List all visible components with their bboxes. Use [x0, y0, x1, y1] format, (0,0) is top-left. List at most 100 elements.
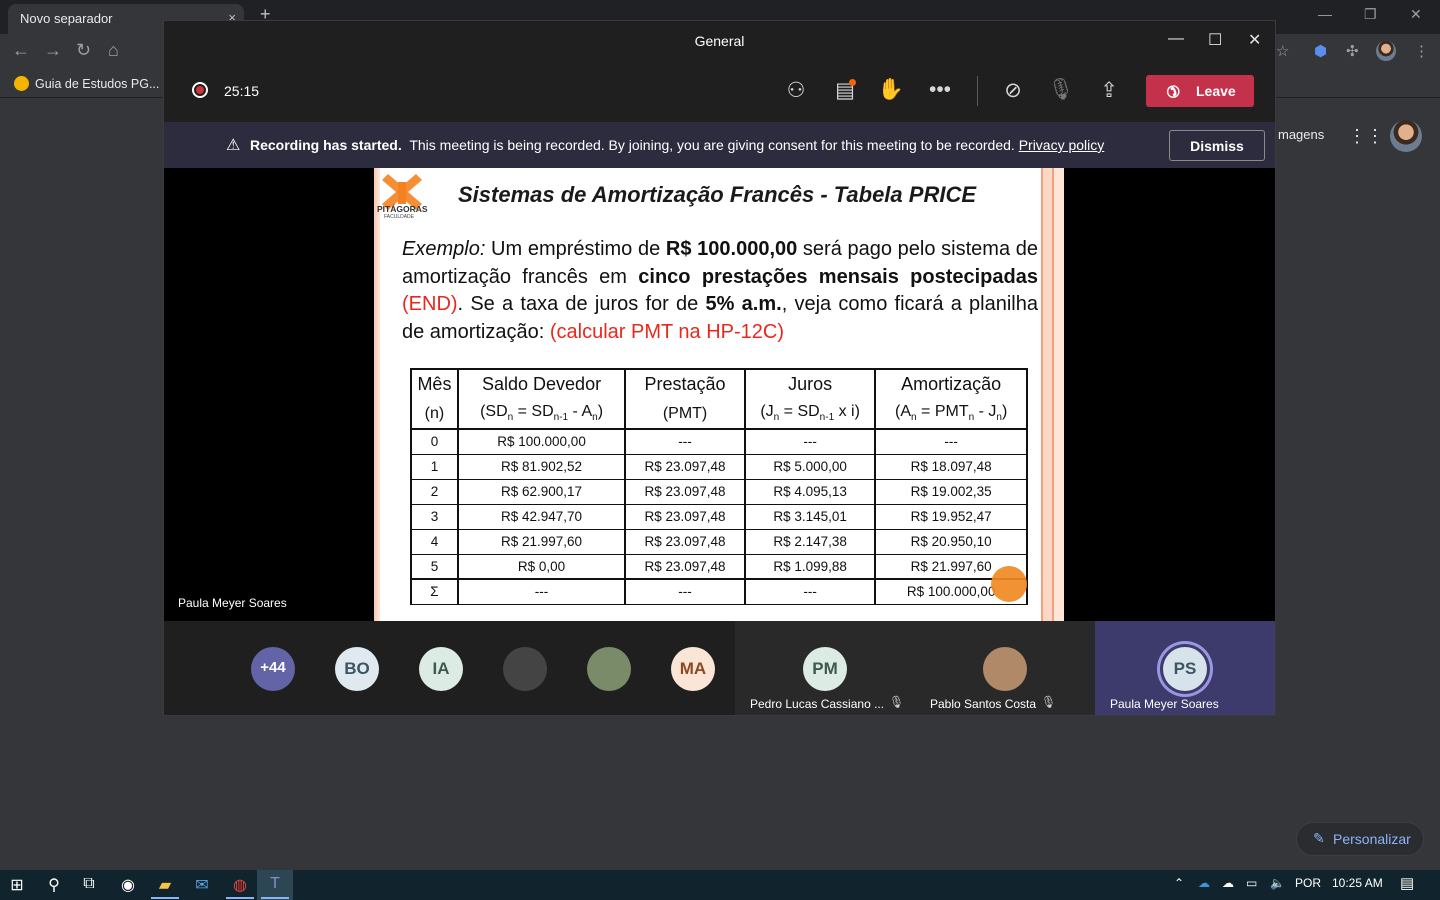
table-cell: 4 — [410, 528, 459, 555]
volume-icon[interactable]: 🔈 — [1270, 876, 1285, 890]
table-cell: R$ 23.097,48 — [624, 453, 746, 480]
google-images-link[interactable]: magens — [1278, 127, 1324, 142]
task-view-icon[interactable]: ⧉ — [78, 875, 100, 893]
cloud-warning-icon[interactable]: ☁ — [1222, 876, 1234, 890]
column-header: Amortização — [874, 368, 1028, 397]
table-row: 0 R$ 100.000,00 --- --- --- — [410, 428, 1028, 455]
app-icon[interactable]: ◉ — [117, 875, 139, 895]
table-cell: R$ 18.097,48 — [874, 453, 1028, 480]
chrome-icon[interactable]: ◍ — [229, 875, 251, 895]
show-hidden-icons[interactable]: ⌃ — [1174, 876, 1184, 890]
mic-muted-icon: 🎙 — [889, 695, 905, 709]
table-cell: R$ 21.997,60 — [456, 528, 627, 555]
search-icon[interactable]: ⚲ — [43, 875, 65, 895]
bookmark-item[interactable]: Guia de Estudos PG... — [14, 76, 159, 91]
table-row: 3 R$ 42.947,70 R$ 23.097,48 R$ 3.145,01 R$ 1… — [410, 503, 1028, 530]
running-indicator — [151, 897, 179, 899]
table-body: 0 R$ 100.000,00 --- --- --- 1 R$ 81.902,52 R$ 2… — [410, 428, 1028, 605]
shared-content-stage: PITÁGORAS FACULDADE Sistemas de Amortiza… — [164, 168, 1275, 621]
star-icon[interactable]: ☆ — [1276, 42, 1289, 60]
slide-title: Sistemas de Amortização Francês - Tabela… — [458, 182, 976, 207]
participant-avatar[interactable] — [587, 647, 631, 691]
table-cell: 5 — [410, 553, 459, 580]
menu-kebab-icon[interactable]: ⋮ — [1414, 42, 1429, 60]
more-participants-button[interactable]: +44 — [251, 647, 295, 691]
table-cell: R$ 4.095,13 — [743, 478, 877, 505]
participant-avatar[interactable]: IA — [419, 647, 463, 691]
forward-icon[interactable]: → — [44, 40, 62, 61]
extensions-puzzle-icon[interactable]: ✣ — [1346, 42, 1359, 60]
table-cell: R$ 23.097,48 — [624, 528, 746, 555]
table-cell: R$ 20.950,10 — [874, 528, 1028, 555]
meeting-timer: 25:15 — [224, 83, 260, 99]
more-actions-icon[interactable]: ••• — [925, 78, 955, 102]
participant-tile[interactable]: Pablo Santos Costa 🎙 — [915, 621, 1095, 715]
table-cell: R$ 42.947,70 — [456, 503, 627, 530]
leave-button[interactable]: ✆ Leave — [1146, 75, 1254, 107]
table-cell: R$ 23.097,48 — [624, 503, 746, 530]
table-cell: --- — [874, 428, 1028, 455]
close-window-icon[interactable]: ✕ — [1410, 6, 1422, 23]
table-cell: 3 — [410, 503, 459, 530]
table-cell: R$ 1.099,88 — [743, 553, 877, 580]
minimize-icon[interactable]: — — [1318, 6, 1332, 22]
minimize-icon[interactable]: — — [1168, 30, 1184, 48]
teams-icon[interactable]: T — [264, 875, 286, 893]
table-cell: R$ 100.000,00 — [456, 428, 627, 455]
profile-avatar[interactable] — [1376, 41, 1396, 61]
extension-shield-icon[interactable]: ⬢ — [1314, 42, 1327, 60]
table-header-row: Mês Saldo Devedor Prestação Juros Amorti… — [410, 368, 1028, 397]
participant-avatar[interactable]: BO — [335, 647, 379, 691]
table-cell: Σ — [410, 578, 459, 605]
windows-start-icon[interactable]: ⊞ — [6, 875, 28, 895]
home-icon[interactable]: ⌂ — [108, 40, 119, 61]
clock[interactable]: 10:25 AM — [1332, 876, 1383, 890]
participant-name: Pedro Lucas Cassiano ... — [750, 697, 885, 711]
mic-off-icon[interactable]: 🎙 — [1046, 78, 1076, 102]
bookmark-favicon-icon — [14, 76, 29, 91]
column-subheader-formula: (An = PMTn - Jn) — [874, 397, 1028, 430]
table-cell: R$ 2.147,38 — [743, 528, 877, 555]
language-indicator[interactable]: POR — [1295, 876, 1321, 890]
camera-off-icon[interactable]: ⊘ — [998, 78, 1028, 103]
participant-avatar[interactable]: MA — [671, 647, 715, 691]
back-icon[interactable]: ← — [12, 40, 30, 61]
table-subheader-row: (n) (SDn = SDn-1 - An) (PMT) (Jn = SDn-1… — [410, 397, 1028, 430]
dismiss-button[interactable]: Dismiss — [1169, 130, 1265, 161]
slide-border-right — [1038, 168, 1064, 621]
google-account-avatar[interactable] — [1390, 120, 1422, 152]
chrome-tab-title: Novo separador — [20, 11, 113, 26]
divider — [977, 76, 978, 106]
presenter-name-label: Paula Meyer Soares — [178, 596, 287, 610]
participants-icon[interactable]: ⚇ — [781, 78, 811, 103]
raise-hand-icon[interactable]: ✋ — [876, 78, 906, 102]
apps-grid-icon[interactable]: ⋮⋮⋮ — [1348, 126, 1402, 146]
participant-avatar[interactable] — [503, 647, 547, 691]
participant-avatar — [983, 647, 1027, 691]
participant-tile[interactable]: PS Paula Meyer Soares — [1095, 621, 1275, 715]
table-cell: 2 — [410, 478, 459, 505]
onedrive-icon[interactable]: ☁ — [1198, 876, 1210, 890]
table-cell: R$ 0,00 — [456, 553, 627, 580]
participants-strip: +44 BO IA MA PM Pedro Lucas Cassiano ... 🎙 Pa… — [164, 621, 1275, 715]
window-title: General — [694, 33, 745, 49]
column-subheader-formula: (SDn = SDn-1 - An) — [456, 397, 627, 430]
notifications-icon[interactable]: ▤ — [1400, 874, 1414, 892]
teams-meeting-window: General — ☐ ✕ 25:15 ⚇ ▤ ✋ ••• ⊘ 🎙 ⇪ ✆ Lea… — [163, 20, 1276, 716]
reload-icon[interactable]: ↻ — [76, 40, 91, 61]
restore-icon[interactable]: ❐ — [1364, 6, 1377, 23]
participant-tile[interactable]: PM Pedro Lucas Cassiano ... 🎙 — [735, 621, 915, 715]
network-icon[interactable]: ▭ — [1246, 876, 1257, 890]
file-explorer-icon[interactable]: ▰ — [154, 875, 176, 895]
participant-avatar: PS — [1163, 647, 1207, 691]
table-cell: R$ 23.097,48 — [624, 478, 746, 505]
close-icon[interactable]: ✕ — [1248, 30, 1261, 50]
privacy-policy-link[interactable]: Privacy policy — [1019, 137, 1105, 153]
table-row: 4 R$ 21.997,60 R$ 23.097,48 R$ 2.147,38 R$ 2… — [410, 528, 1028, 555]
maximize-icon[interactable]: ☐ — [1208, 30, 1222, 50]
column-header: Saldo Devedor — [456, 368, 627, 397]
mail-icon[interactable]: ✉ — [191, 875, 213, 895]
table-cell: R$ 81.902,52 — [456, 453, 627, 480]
share-screen-icon[interactable]: ⇪ — [1094, 78, 1124, 103]
personalize-button[interactable]: ✎ Personalizar — [1296, 822, 1424, 856]
